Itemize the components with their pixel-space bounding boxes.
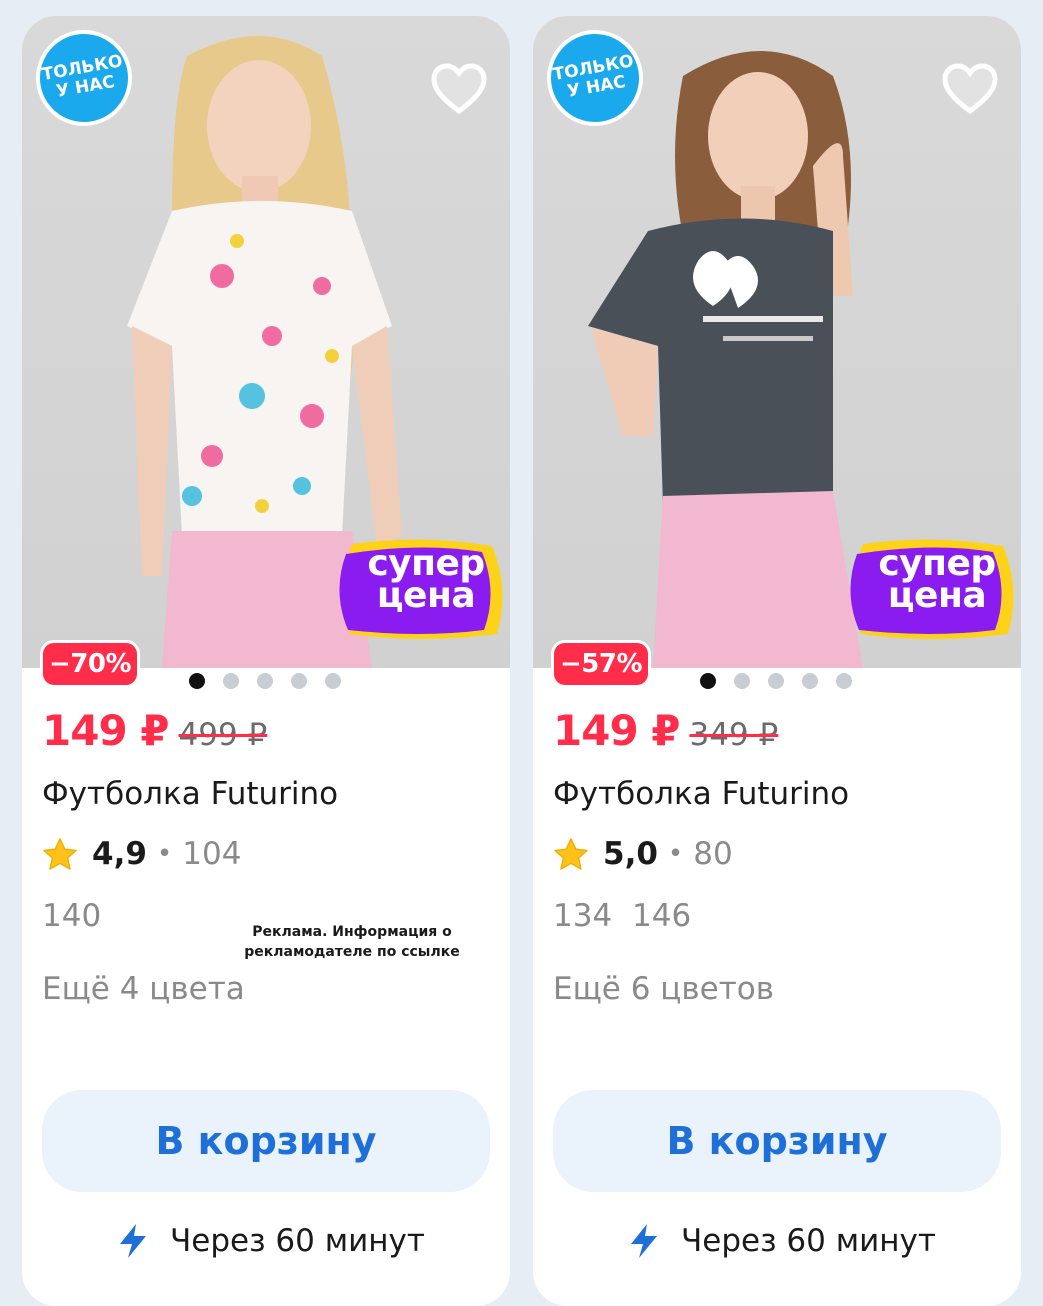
product-card[interactable]: ТОЛЬКО У НАС супер цена −57% 149 ₽ 349 ₽… — [533, 16, 1021, 1306]
star-icon — [554, 838, 588, 870]
rating-value: 4,9 — [92, 836, 147, 872]
carousel-dot[interactable] — [223, 673, 239, 689]
delivery-text: Через 60 минут — [681, 1223, 936, 1259]
add-to-cart-button[interactable]: В корзину — [42, 1090, 490, 1192]
price-current: 149 ₽ — [553, 706, 681, 755]
rating-row: 4,9 • 104 — [42, 836, 241, 872]
product-photo[interactable]: ТОЛЬКО У НАС супер цена — [533, 16, 1021, 668]
carousel-dot[interactable] — [802, 673, 818, 689]
carousel-dot[interactable] — [700, 673, 716, 689]
review-count: 104 — [182, 836, 242, 872]
separator-dot: • — [667, 839, 684, 869]
add-to-cart-button[interactable]: В корзину — [553, 1090, 1001, 1192]
product-photo[interactable]: ТОЛЬКО У НАС супер цена — [22, 16, 510, 668]
super-line-2: цена — [376, 575, 476, 616]
super-price-badge: супер цена — [843, 534, 1019, 642]
carousel-dots[interactable] — [189, 673, 341, 689]
star-icon — [43, 838, 77, 870]
more-colors[interactable]: Ещё 6 цветов — [553, 971, 774, 1007]
discount-badge: −57% — [551, 640, 652, 688]
carousel-dot[interactable] — [734, 673, 750, 689]
delivery-text: Через 60 минут — [170, 1223, 425, 1259]
sizes-list: 134 146 — [553, 898, 692, 934]
price-current: 149 ₽ — [42, 706, 170, 755]
favorite-heart-icon[interactable] — [941, 61, 999, 119]
delivery-info: Через 60 минут — [116, 1222, 425, 1260]
favorite-heart-icon[interactable] — [430, 61, 488, 119]
price-old: 349 ₽ — [689, 717, 779, 753]
more-colors[interactable]: Ещё 4 цвета — [42, 971, 245, 1007]
product-title[interactable]: Футболка Futurino — [553, 776, 849, 812]
product-title[interactable]: Футболка Futurino — [42, 776, 338, 812]
lightning-icon — [120, 1224, 146, 1258]
product-card[interactable]: ТОЛЬКО У НАС супер цена −70% 149 ₽ 499 ₽… — [22, 16, 510, 1306]
price-old: 499 ₽ — [178, 717, 268, 753]
discount-badge: −70% — [40, 640, 141, 688]
ad-disclaimer[interactable]: Реклама. Информация о рекламодателе по с… — [232, 922, 472, 962]
rating-value: 5,0 — [603, 836, 658, 872]
super-line-2: цена — [887, 575, 987, 616]
price-block: 149 ₽ 349 ₽ — [553, 706, 778, 755]
carousel-dot[interactable] — [768, 673, 784, 689]
carousel-dot[interactable] — [291, 673, 307, 689]
separator-dot: • — [156, 839, 173, 869]
price-block: 149 ₽ 499 ₽ — [42, 706, 267, 755]
carousel-dot[interactable] — [325, 673, 341, 689]
carousel-dot[interactable] — [189, 673, 205, 689]
carousel-dots[interactable] — [700, 673, 852, 689]
sizes-list: 140 — [42, 898, 102, 934]
lightning-icon — [631, 1224, 657, 1258]
carousel-dot[interactable] — [257, 673, 273, 689]
review-count: 80 — [693, 836, 733, 872]
rating-row: 5,0 • 80 — [553, 836, 733, 872]
delivery-info: Через 60 минут — [627, 1222, 936, 1260]
super-price-badge: супер цена — [332, 534, 508, 642]
carousel-dot[interactable] — [836, 673, 852, 689]
